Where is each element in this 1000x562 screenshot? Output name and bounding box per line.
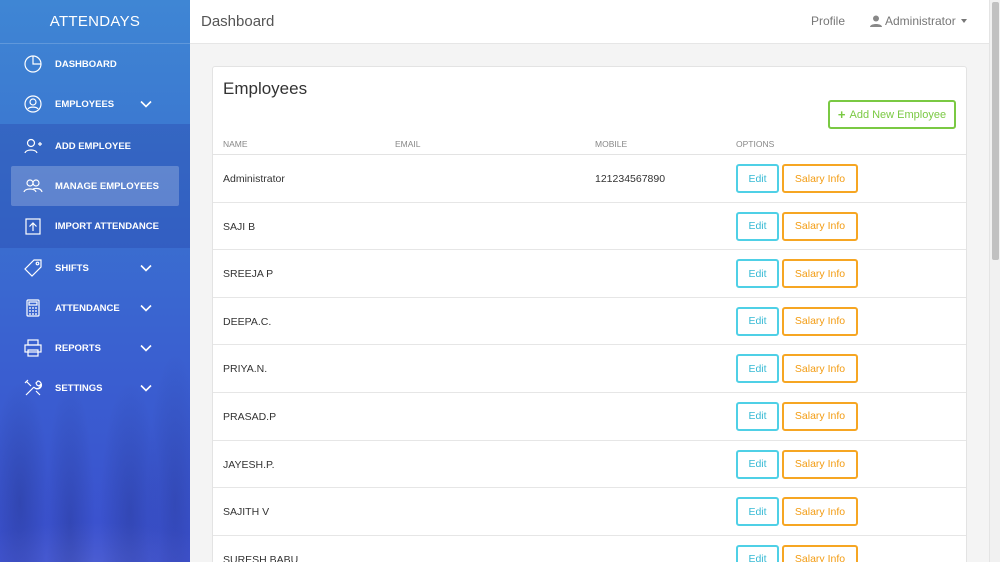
sidebar-item-label: DASHBOARD [55,58,117,70]
tag-icon [22,257,44,279]
add-new-employee-button[interactable]: + Add New Employee [828,100,956,129]
employee-name: JAYESH.P. [223,458,275,471]
employee-table-body: Administrator 121234567890 Edit Salary I… [213,155,966,562]
tools-icon [22,377,44,399]
caret-down-icon [960,19,967,23]
table-header: NAME EMAIL MOBILE OPTIONS [213,133,966,155]
sidebar-item-label: IMPORT ATTENDANCE [55,220,159,232]
sidebar-item-label: SHIFTS [55,262,89,274]
column-header-email: EMAIL [395,139,421,149]
employees-card: Employees + Add New Employee NAME EMAIL … [212,66,967,562]
users-icon [22,175,44,197]
sidebar-item-employees[interactable]: EMPLOYEES [0,84,190,124]
table-row: SAJI B Edit Salary Info [213,203,966,251]
card-title: Employees [223,79,308,98]
table-row: PRIYA.N. Edit Salary Info [213,345,966,393]
user-menu[interactable]: Administrator [870,14,967,28]
salary-info-button[interactable]: Salary Info [782,259,858,289]
sidebar-item-attendance[interactable]: ATTENDANCE [0,288,190,328]
edit-button[interactable]: Edit [736,544,779,562]
column-header-options: OPTIONS [736,139,775,149]
salary-info-button[interactable]: Salary Info [782,164,858,193]
table-row: PRASAD.P Edit Salary Info [213,393,966,441]
sidebar-item-dashboard[interactable]: DASHBOARD [0,44,190,84]
top-bar: Dashboard Profile Administrator [190,0,989,44]
salary-info-button[interactable]: Salary Info [782,401,858,431]
add-new-employee-label: Add New Employee [849,108,947,121]
page-scrollbar[interactable] [989,0,1000,562]
edit-button[interactable]: Edit [736,449,779,479]
edit-button[interactable]: Edit [736,211,779,241]
sidebar-item-reports[interactable]: REPORTS [0,328,190,368]
employees-submenu: ADD EMPLOYEE MANAGE EMPLOYEES IMPORT ATT… [0,124,190,248]
edit-button[interactable]: Edit [736,497,779,527]
employee-name: SAJITH V [223,506,270,519]
sidebar-item-shifts[interactable]: SHIFTS [0,248,190,288]
table-row: SREEJA P Edit Salary Info [213,250,966,298]
sidebar-item-label: ADD EMPLOYEE [55,140,132,152]
sidebar-item-import-attendance[interactable]: IMPORT ATTENDANCE [0,206,190,246]
sidebar-item-label: SETTINGS [55,382,103,394]
sidebar-item-label: MANAGE EMPLOYEES [55,180,159,192]
profile-link[interactable]: Profile [811,14,845,28]
salary-info-button[interactable]: Salary Info [782,306,858,336]
salary-info-button[interactable]: Salary Info [782,211,858,241]
table-row: Administrator 121234567890 Edit Salary I… [213,155,966,203]
employee-name: DEEPA.C. [223,315,272,328]
page-title: Dashboard [201,13,275,30]
employee-name: PRIYA.N. [223,363,268,376]
salary-info-button[interactable]: Salary Info [782,354,858,384]
user-plus-icon [22,135,44,157]
user-icon [22,93,44,115]
employee-name: SREEJA P [223,268,274,281]
table-row: SAJITH V Edit Salary Info [213,488,966,536]
sidebar-menu: DASHBOARD EMPLOYEES ADD EMPLOYEE MANAGE … [0,44,190,408]
sidebar-item-label: ATTENDANCE [55,302,120,314]
pie-chart-icon [22,53,44,75]
chevron-down-icon [140,384,152,392]
salary-info-button[interactable]: Salary Info [782,497,858,527]
sidebar-item-label: EMPLOYEES [55,98,115,110]
column-header-name: NAME [223,139,248,149]
sidebar-item-manage-employees[interactable]: MANAGE EMPLOYEES [11,166,179,206]
table-row: JAYESH.P. Edit Salary Info [213,441,966,489]
chevron-down-icon [140,344,152,352]
employee-name: SURESH BABU [223,553,299,562]
plus-icon: + [837,107,846,122]
sidebar: ATTENDAYS DASHBOARD EMPLOYEES ADD EMPLOY… [0,0,190,562]
table-row: DEEPA.C. Edit Salary Info [213,298,966,346]
table-row: SURESH BABU Edit Salary Info [213,536,966,562]
employee-mobile: 121234567890 [595,173,666,185]
sidebar-item-label: REPORTS [55,342,101,354]
edit-button[interactable]: Edit [736,401,779,431]
chevron-down-icon [140,264,152,272]
sidebar-item-settings[interactable]: SETTINGS [0,368,190,408]
employee-name: Administrator [223,173,285,185]
employee-name: SAJI B [223,220,256,233]
edit-button[interactable]: Edit [736,354,779,384]
brand-logo[interactable]: ATTENDAYS [0,0,190,44]
printer-icon [22,337,44,359]
edit-button[interactable]: Edit [736,164,779,193]
upload-icon [22,215,44,237]
column-header-mobile: MOBILE [595,139,628,149]
salary-info-button[interactable]: Salary Info [782,544,858,562]
chevron-down-icon [140,304,152,312]
scrollbar-thumb[interactable] [992,2,999,260]
calculator-icon [22,297,44,319]
user-menu-label: Administrator [885,14,956,28]
sidebar-item-add-employee[interactable]: ADD EMPLOYEE [0,126,190,166]
salary-info-button[interactable]: Salary Info [782,449,858,479]
chevron-down-icon [140,100,152,108]
edit-button[interactable]: Edit [736,259,779,289]
user-icon [870,15,882,27]
employee-name: PRASAD.P [223,410,277,423]
edit-button[interactable]: Edit [736,306,779,336]
